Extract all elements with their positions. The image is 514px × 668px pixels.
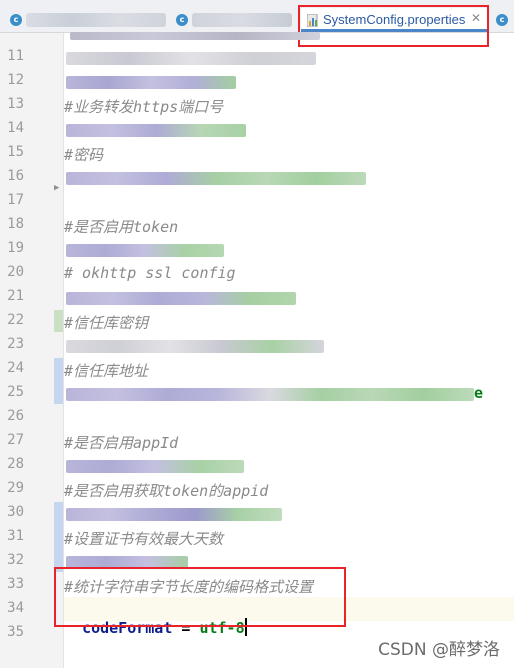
- fold-arrow-icon[interactable]: ▶: [54, 183, 59, 193]
- line-number: 11: [7, 48, 24, 64]
- line-number: 19: [7, 240, 24, 256]
- java-class-icon: c: [176, 14, 188, 26]
- java-class-icon: c: [496, 14, 508, 26]
- blurred-code: [66, 172, 366, 185]
- line-number: 29: [7, 480, 24, 496]
- code-comment: #设置证书有效最大天数: [64, 530, 224, 548]
- code-comment: # okhttp ssl config: [64, 264, 236, 282]
- watermark: CSDN @醉梦洛: [378, 640, 500, 660]
- blurred-code: [66, 244, 224, 257]
- line-number: 23: [7, 336, 24, 352]
- line-number: 18: [7, 216, 24, 232]
- change-marker: [54, 502, 63, 572]
- change-marker: [54, 358, 63, 404]
- change-marker: [54, 310, 63, 332]
- code-comment: #信任库地址: [64, 362, 149, 380]
- code-comment: #信任库密钥: [64, 314, 149, 332]
- line-number: 35: [7, 624, 24, 640]
- line-number: 14: [7, 120, 24, 136]
- blurred-code: [66, 76, 236, 89]
- blurred-code: [66, 292, 296, 305]
- line-number: 15: [7, 144, 24, 160]
- blurred-code: [66, 124, 246, 137]
- line-number: 34: [7, 600, 24, 616]
- line-number: 26: [7, 408, 24, 424]
- blurred-code: [66, 340, 324, 353]
- line-number: 27: [7, 432, 24, 448]
- line-number: 28: [7, 456, 24, 472]
- line-number: 24: [7, 360, 24, 376]
- blurred-code: [70, 32, 320, 40]
- highlight-box-tab: [298, 5, 489, 47]
- line-number: 20: [7, 264, 24, 280]
- code-comment: #业务转发https端口号: [64, 98, 224, 116]
- line-number: 13: [7, 96, 24, 112]
- code-value-fragment: e: [474, 384, 484, 402]
- line-number: 33: [7, 576, 24, 592]
- line-number: 12: [7, 72, 24, 88]
- code-comment: #是否启用token: [64, 218, 179, 236]
- line-number: 30: [7, 504, 24, 520]
- line-number: 31: [7, 528, 24, 544]
- blurred-code: [66, 388, 474, 401]
- blurred-code: [66, 52, 316, 65]
- line-number: 16: [7, 168, 24, 184]
- code-comment: #密码: [64, 146, 104, 164]
- blurred-tab[interactable]: [26, 13, 166, 27]
- blurred-code: [66, 460, 244, 473]
- highlight-box-code: [54, 567, 346, 627]
- line-number: 21: [7, 288, 24, 304]
- java-class-icon: c: [10, 14, 22, 26]
- line-number: 25: [7, 384, 24, 400]
- code-comment: #是否启用获取token的appid: [64, 482, 269, 500]
- line-number: 22: [7, 312, 24, 328]
- blurred-tab[interactable]: [192, 13, 292, 27]
- blurred-code: [66, 508, 282, 521]
- line-number: 32: [7, 552, 24, 568]
- code-comment: #是否启用appId: [64, 434, 179, 452]
- line-number: 17: [7, 192, 24, 208]
